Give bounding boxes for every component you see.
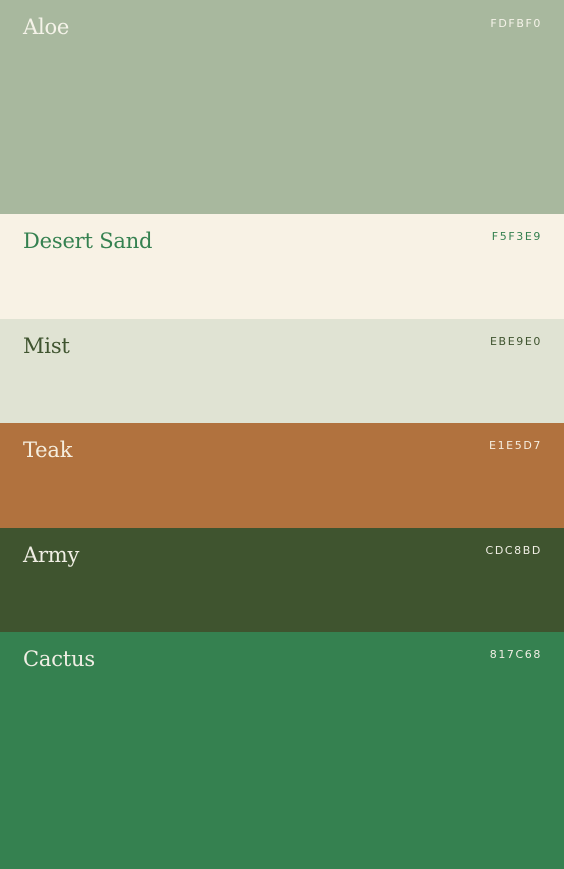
swatch-name: Teak (23, 438, 73, 462)
swatch-mist: Mist EBE9E0 (0, 319, 564, 423)
swatch-hex-code: 817C68 (489, 648, 542, 661)
swatch-hex-code: E1E5D7 (489, 439, 542, 452)
swatch-aloe: Aloe FDFBF0 (0, 0, 564, 214)
swatch-hex-code: CDC8BD (485, 544, 542, 557)
swatch-name: Desert Sand (23, 229, 153, 253)
swatch-teak: Teak E1E5D7 (0, 423, 564, 528)
swatch-hex-code: F5F3E9 (491, 230, 542, 243)
swatch-name: Aloe (23, 15, 70, 39)
swatch-desert-sand: Desert Sand F5F3E9 (0, 214, 564, 319)
swatch-name: Army (23, 543, 80, 567)
swatch-hex-code: EBE9E0 (490, 335, 542, 348)
swatch-cactus: Cactus 817C68 (0, 632, 564, 869)
swatch-hex-code: FDFBF0 (490, 17, 542, 30)
color-palette: Aloe FDFBF0 Desert Sand F5F3E9 Mist EBE9… (0, 0, 564, 869)
swatch-name: Cactus (23, 647, 95, 671)
swatch-name: Mist (23, 334, 70, 358)
swatch-army: Army CDC8BD (0, 528, 564, 632)
